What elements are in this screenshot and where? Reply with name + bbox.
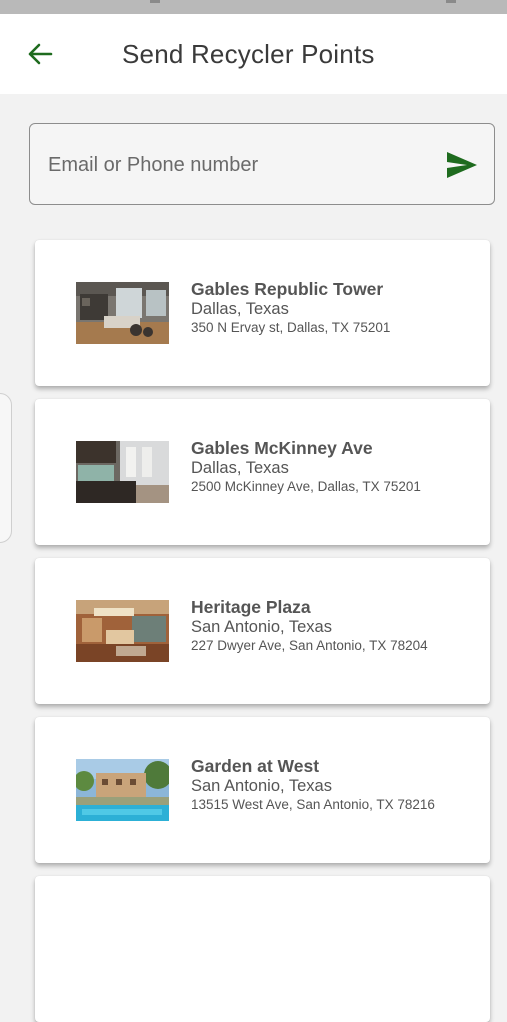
property-card[interactable] xyxy=(35,876,490,1022)
property-name: Gables McKinney Ave xyxy=(191,438,373,458)
property-photo xyxy=(76,282,169,344)
property-info: Gables Republic Tower Dallas, Texas 350 … xyxy=(191,278,480,337)
page-title: Send Recycler Points xyxy=(122,39,375,69)
property-name: Heritage Plaza xyxy=(191,597,311,617)
property-city: Dallas, Texas xyxy=(191,459,289,477)
side-drawer-handle[interactable] xyxy=(0,393,12,543)
property-city: Dallas, Texas xyxy=(191,300,289,318)
property-address: 227 Dwyer Ave, San Antonio, TX 78204 xyxy=(191,638,428,653)
back-button[interactable] xyxy=(18,36,62,72)
status-indicator xyxy=(446,0,456,3)
send-button[interactable] xyxy=(444,148,480,182)
property-card[interactable]: Garden at West San Antonio, Texas 13515 … xyxy=(35,717,490,863)
property-photo xyxy=(76,759,169,821)
property-info: Heritage Plaza San Antonio, Texas 227 Dw… xyxy=(191,596,480,655)
property-card[interactable]: Gables Republic Tower Dallas, Texas 350 … xyxy=(35,240,490,386)
app-bar: Send Recycler Points xyxy=(0,14,507,94)
property-name: Garden at West xyxy=(191,756,320,776)
property-address: 13515 West Ave, San Antonio, TX 78216 xyxy=(191,797,435,812)
property-info: Garden at West San Antonio, Texas 13515 … xyxy=(191,755,480,814)
send-icon xyxy=(447,152,477,178)
status-bar xyxy=(0,0,507,14)
property-info: Gables McKinney Ave Dallas, Texas 2500 M… xyxy=(191,437,480,496)
property-photo xyxy=(76,600,169,662)
property-address: 350 N Ervay st, Dallas, TX 75201 xyxy=(191,320,391,335)
property-card[interactable]: Gables McKinney Ave Dallas, Texas 2500 M… xyxy=(35,399,490,545)
property-photo xyxy=(76,441,169,503)
recipient-field[interactable] xyxy=(29,123,495,205)
status-indicator xyxy=(150,0,160,3)
recipient-input[interactable] xyxy=(46,144,430,186)
property-card[interactable]: Heritage Plaza San Antonio, Texas 227 Dw… xyxy=(35,558,490,704)
property-address: 2500 McKinney Ave, Dallas, TX 75201 xyxy=(191,479,421,494)
property-name: Gables Republic Tower xyxy=(191,279,384,299)
property-city: San Antonio, Texas xyxy=(191,618,332,636)
arrow-left-icon xyxy=(28,43,53,65)
property-city: San Antonio, Texas xyxy=(191,777,332,795)
